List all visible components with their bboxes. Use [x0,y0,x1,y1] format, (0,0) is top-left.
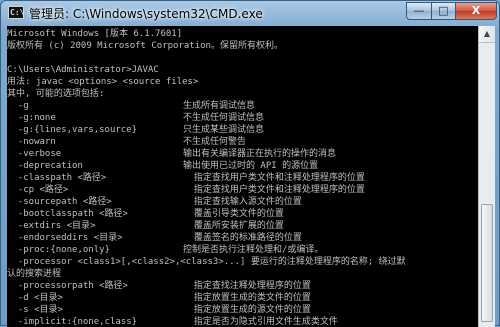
option-switch: -endorseddirs <目录> [7,233,123,243]
option-switch: -g:{lines,vars,source} [7,125,138,135]
option-description: 不生成任何调试信息 [183,113,265,123]
option-switch: -s <目录> [7,305,63,315]
option-description: 覆盖所安装扩展的位置 [183,221,284,231]
cmd-window: C:\ 管理员: C:\Windows\system32\CMD.exe — □… [0,0,500,327]
option-description: 指定查找输入源文件的位置 [183,197,302,207]
option-switch: -sourcepath <路径> [7,197,112,207]
option-description: 覆盖签名的标准路径的位置 [183,233,302,243]
console-line: 用法: javac <options> <source files> [7,77,199,87]
option-description: 指定放置生成的类文件的位置 [183,293,311,303]
console-line: 其中, 可能的选项包括: [7,89,105,99]
option-switch: -g:none [7,113,56,123]
option-switch: -cp <路径> [7,185,69,195]
scrollbar-thumb[interactable] [481,204,493,322]
option-description: 指定查找用户类文件和注释处理程序的位置 [183,173,365,183]
console-line: C:\Users\Administrator>JAVAC [7,65,159,75]
option-switch: -processorpath <路径> [7,281,128,291]
option-switch: -classpath <路径> [7,173,107,183]
option-description: 输出有关编译器正在执行的操作的消息 [183,149,337,159]
option-description: 只生成某些调试信息 [183,125,265,135]
console-line: -processor <class1>[,<class2>,<class3>..… [7,257,406,267]
close-button[interactable]: X [455,2,497,20]
option-description: 指定查找用户类文件和注释处理程序的位置 [183,185,365,195]
window-title: 管理员: C:\Windows\system32\CMD.exe [29,7,263,21]
option-description: 输出使用已过时的 API 的源位置 [183,161,319,171]
option-description: 覆盖引导类文件的位置 [183,209,284,219]
option-description: 指定放置生成的源文件的位置 [183,305,311,315]
vertical-scrollbar[interactable]: ▲ [478,26,495,327]
option-switch: -implicit:{none,class} [7,317,138,327]
console-line: 认的搜索进程 [7,269,62,279]
maximize-button[interactable]: □ [431,2,456,20]
option-description: 指定是否为隐式引用文件生成类文件 [183,317,338,327]
console-line: 版权所有 (c) 2009 Microsoft Corporation。保留所有… [7,41,283,51]
option-switch: -nowarn [7,137,56,147]
option-switch: -proc:{none,only} [7,245,110,255]
cmd-app-icon[interactable]: C:\ [8,6,24,19]
option-description: 指定查找注释处理程序的位置 [183,281,311,291]
option-switch: -g [7,101,29,111]
option-switch: -bootclasspath <路径> [7,209,128,219]
console-line: Microsoft Windows [版本 6.1.7601] [7,29,183,39]
option-switch: -d <目录> [7,293,63,303]
minimize-button[interactable]: — [406,2,432,20]
option-switch: -verbose [7,149,62,159]
option-description: 控制是否执行注释处理和/或编译。 [183,245,324,255]
option-switch: -extdirs <目录> [7,221,96,231]
console-output[interactable]: Microsoft Windows [版本 6.1.7601] 版权所有 (c)… [7,26,478,327]
option-description: 生成所有调试信息 [183,101,256,111]
scroll-up-arrow-icon[interactable]: ▲ [479,26,495,43]
title-bar[interactable]: C:\ 管理员: C:\Windows\system32\CMD.exe — □… [1,1,499,25]
option-description: 不生成任何警告 [183,137,247,147]
option-switch: -deprecation [7,161,83,171]
